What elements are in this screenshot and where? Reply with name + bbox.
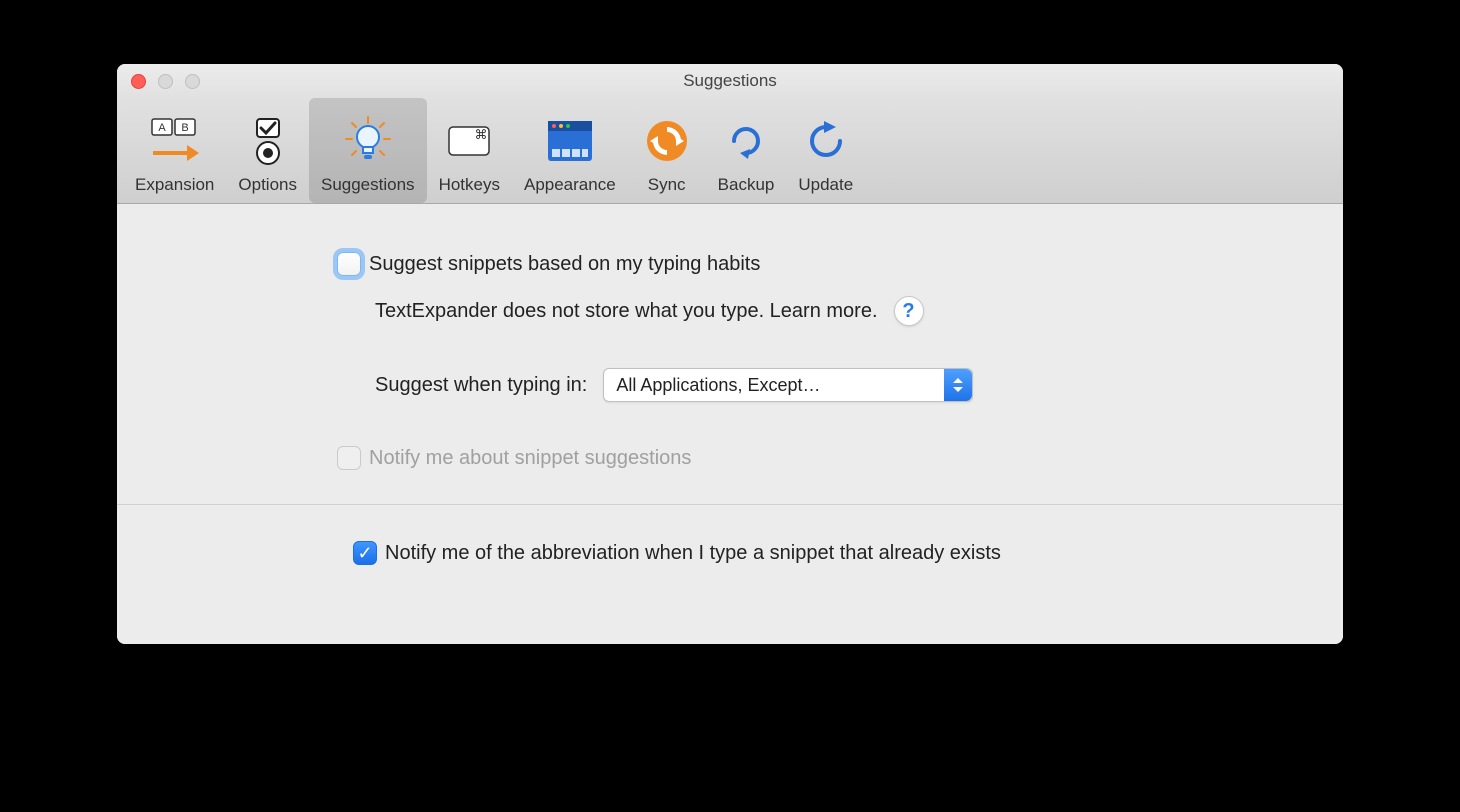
backup-icon bbox=[720, 115, 772, 167]
appearance-icon bbox=[544, 115, 596, 167]
content-area: Suggest snippets based on my typing habi… bbox=[117, 204, 1343, 644]
tab-hotkeys[interactable]: ⌘ Hotkeys bbox=[427, 98, 512, 203]
suggest-snippets-label: Suggest snippets based on my typing habi… bbox=[369, 253, 760, 276]
check-icon: ✓ bbox=[357, 544, 372, 562]
tab-label: Hotkeys bbox=[439, 175, 500, 195]
svg-text:B: B bbox=[181, 122, 188, 134]
suggest-scope-value: All Applications, Except… bbox=[616, 375, 820, 396]
tab-expansion[interactable]: A B Expansion bbox=[123, 98, 226, 203]
hotkeys-icon: ⌘ bbox=[443, 115, 495, 167]
svg-text:A: A bbox=[158, 122, 166, 134]
tab-label: Expansion bbox=[135, 175, 214, 195]
notify-suggestions-label: Notify me about snippet suggestions bbox=[369, 447, 691, 470]
tab-suggestions[interactable]: Suggestions bbox=[309, 98, 427, 203]
tab-backup[interactable]: Backup bbox=[706, 98, 787, 203]
tab-label: Appearance bbox=[524, 175, 616, 195]
tab-label: Options bbox=[238, 175, 297, 195]
titlebar: Suggestions bbox=[117, 64, 1343, 98]
window-title: Suggestions bbox=[117, 71, 1343, 91]
suggest-scope-select[interactable]: All Applications, Except… bbox=[603, 368, 973, 402]
divider bbox=[117, 504, 1343, 505]
window-controls bbox=[117, 74, 200, 89]
zoom-window-button[interactable] bbox=[185, 74, 200, 89]
suggest-snippets-checkbox[interactable] bbox=[337, 252, 361, 276]
toolbar: A B Expansion Options bbox=[117, 98, 1343, 204]
suggestions-icon bbox=[342, 115, 394, 167]
notify-suggestions-checkbox bbox=[337, 446, 361, 470]
close-window-button[interactable] bbox=[131, 74, 146, 89]
update-icon bbox=[800, 115, 852, 167]
minimize-window-button[interactable] bbox=[158, 74, 173, 89]
suggest-scope-label: Suggest when typing in: bbox=[375, 374, 587, 397]
notify-abbreviation-checkbox[interactable]: ✓ bbox=[353, 541, 377, 565]
chevron-up-down-icon bbox=[944, 369, 972, 401]
help-button[interactable]: ? bbox=[894, 296, 924, 326]
tab-update[interactable]: Update bbox=[786, 98, 865, 203]
tab-options[interactable]: Options bbox=[226, 98, 309, 203]
tab-sync[interactable]: Sync bbox=[628, 98, 706, 203]
notify-abbreviation-label: Notify me of the abbreviation when I typ… bbox=[385, 542, 1001, 565]
expansion-icon: A B bbox=[149, 115, 201, 167]
tab-label: Suggestions bbox=[321, 175, 415, 195]
sync-icon bbox=[641, 115, 693, 167]
privacy-text: TextExpander does not store what you typ… bbox=[375, 300, 878, 323]
tab-appearance[interactable]: Appearance bbox=[512, 98, 628, 203]
preferences-window: Suggestions A B Expansion bbox=[117, 64, 1343, 644]
tab-label: Update bbox=[798, 175, 853, 195]
tab-label: Sync bbox=[648, 175, 686, 195]
tab-label: Backup bbox=[718, 175, 775, 195]
svg-text:⌘: ⌘ bbox=[475, 127, 488, 142]
options-icon bbox=[242, 115, 294, 167]
